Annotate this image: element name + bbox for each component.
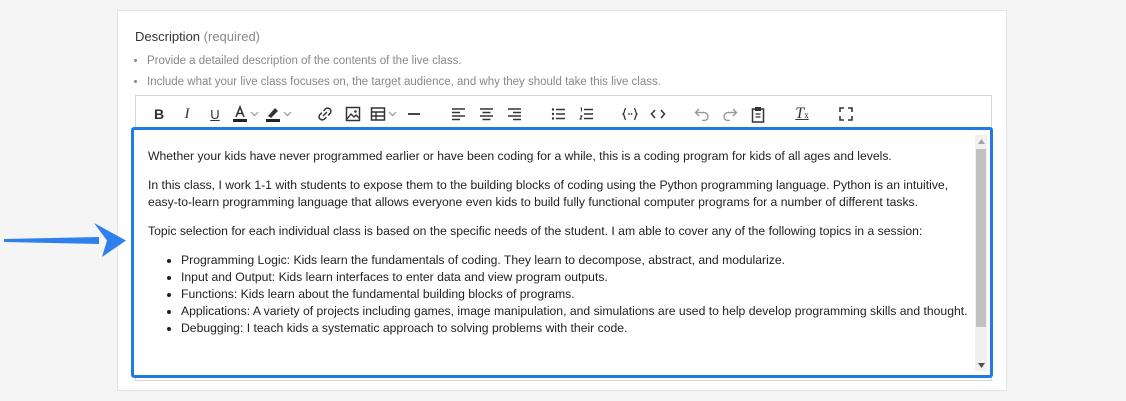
highlighter-icon	[266, 108, 280, 122]
redo-button[interactable]	[719, 103, 741, 125]
code-variable-button[interactable]	[619, 103, 641, 125]
link-icon	[318, 107, 332, 121]
numbered-list-button[interactable]	[575, 103, 597, 125]
fullscreen-button[interactable]	[835, 103, 857, 125]
field-label: Description (required)	[135, 29, 260, 44]
fullscreen-icon	[839, 107, 853, 121]
paste-button[interactable]	[747, 103, 769, 125]
horizontal-line-icon	[408, 113, 420, 115]
numbered-list-icon	[578, 107, 593, 119]
hint-item: Include what your live class focuses on,…	[147, 72, 661, 93]
align-right-icon	[507, 108, 521, 121]
triangle-down-icon	[977, 362, 985, 368]
content-paragraph: Whether your kids have never programmed …	[148, 149, 892, 163]
text-color-button[interactable]	[232, 103, 259, 125]
scroll-up-button[interactable]	[975, 135, 987, 147]
underline-button[interactable]: U	[204, 103, 226, 125]
italic-icon: I	[184, 105, 190, 122]
list-item: Debugging: I teach kids a systematic app…	[181, 320, 970, 337]
clear-format-glyph: T	[795, 105, 805, 122]
undo-icon	[694, 108, 709, 121]
source-code-button[interactable]	[647, 103, 669, 125]
redo-icon	[723, 108, 738, 121]
content-paragraph: In this class, I work 1-1 with students …	[148, 178, 949, 209]
align-left-icon	[451, 108, 465, 121]
topic-list: Programming Logic: Kids learn the fundam…	[148, 252, 970, 337]
chevron-down-icon	[283, 111, 292, 117]
bullet-list-button[interactable]	[547, 103, 569, 125]
align-left-button[interactable]	[447, 103, 469, 125]
vertical-scrollbar[interactable]	[975, 135, 987, 371]
hint-item: Provide a detailed description of the co…	[147, 51, 661, 72]
bullet-list-icon	[551, 108, 565, 120]
pointer-arrow-icon	[4, 223, 126, 257]
bold-button[interactable]: B	[148, 103, 170, 125]
chevron-down-icon	[388, 111, 397, 117]
align-right-button[interactable]	[503, 103, 525, 125]
align-center-icon	[479, 108, 493, 121]
curly-braces-icon	[622, 107, 638, 121]
hint-list: Provide a detailed description of the co…	[131, 51, 661, 93]
content-paragraph: Topic selection for each individual clas…	[148, 224, 923, 238]
highlight-color-button[interactable]	[265, 103, 292, 125]
chevron-down-icon	[250, 111, 259, 117]
clipboard-icon	[751, 106, 765, 123]
link-button[interactable]	[314, 103, 336, 125]
list-item: Applications: A variety of projects incl…	[181, 303, 970, 320]
text-color-icon	[233, 105, 247, 122]
clear-format-icon: Tx	[795, 105, 809, 122]
clear-format-button[interactable]: Tx	[791, 103, 813, 125]
field-label-text: Description	[135, 29, 201, 44]
image-button[interactable]	[342, 103, 364, 125]
code-icon	[650, 109, 666, 119]
scroll-thumb[interactable]	[976, 149, 986, 327]
list-item: Functions: Kids learn about the fundamen…	[181, 286, 970, 303]
table-button[interactable]	[370, 103, 397, 125]
scroll-down-button[interactable]	[975, 359, 987, 371]
triangle-up-icon	[977, 138, 985, 144]
required-note: (required)	[203, 29, 261, 44]
undo-button[interactable]	[691, 103, 713, 125]
list-item: Input and Output: Kids learn interfaces …	[181, 269, 970, 286]
italic-button[interactable]: I	[176, 103, 198, 125]
horizontal-line-button[interactable]	[403, 103, 425, 125]
image-icon	[345, 106, 361, 122]
align-center-button[interactable]	[475, 103, 497, 125]
list-item: Programming Logic: Kids learn the fundam…	[181, 252, 970, 269]
underline-icon: U	[210, 106, 220, 122]
editor-content-area[interactable]: Whether your kids have never programmed …	[131, 127, 993, 378]
table-icon	[370, 107, 386, 121]
bold-icon: B	[153, 106, 165, 122]
editor-content[interactable]: Whether your kids have never programmed …	[148, 140, 970, 337]
